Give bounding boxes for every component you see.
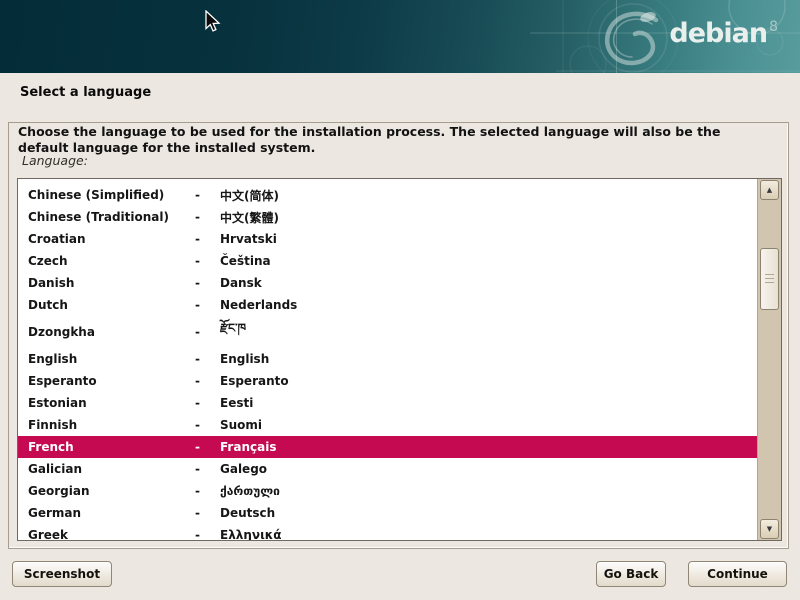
- language-row[interactable]: German-Deutsch: [18, 502, 757, 524]
- language-native-name: Hrvatski: [220, 232, 277, 246]
- screenshot-button[interactable]: Screenshot: [12, 561, 112, 587]
- brand-name: debian: [669, 18, 767, 49]
- language-row[interactable]: Danish-Dansk: [18, 272, 757, 294]
- separator: -: [195, 325, 220, 339]
- language-name: Dzongkha: [28, 325, 195, 339]
- language-name: English: [28, 352, 195, 366]
- language-native-name: 中文(繁體): [220, 209, 279, 226]
- language-native-name: Deutsch: [220, 506, 275, 520]
- go-back-button[interactable]: Go Back: [596, 561, 666, 587]
- language-native-name: རྫོང་ཁ: [220, 315, 246, 349]
- separator: -: [195, 506, 220, 520]
- separator: -: [195, 484, 220, 498]
- language-row[interactable]: Croatian-Hrvatski: [18, 228, 757, 250]
- separator: -: [195, 528, 220, 541]
- separator: -: [195, 232, 220, 246]
- language-name: Georgian: [28, 484, 195, 498]
- language-name: Chinese (Simplified): [28, 188, 195, 202]
- separator: -: [195, 440, 220, 454]
- scroll-up-button[interactable]: ▲: [760, 180, 779, 200]
- separator: -: [195, 298, 220, 312]
- separator: -: [195, 210, 220, 224]
- language-row[interactable]: Greek-Ελληνικά: [18, 524, 757, 541]
- language-name: Greek: [28, 528, 195, 541]
- continue-button[interactable]: Continue: [688, 561, 787, 587]
- language-list: Chinese (Simplified)-中文(简体)Chinese (Trad…: [17, 178, 782, 541]
- language-row[interactable]: Chinese (Traditional)-中文(繁體): [18, 206, 757, 228]
- language-name: French: [28, 440, 195, 454]
- language-native-name: Čeština: [220, 254, 271, 268]
- language-native-name: Suomi: [220, 418, 262, 432]
- separator: -: [195, 276, 220, 290]
- language-row[interactable]: Czech-Čeština: [18, 250, 757, 272]
- language-native-name: Français: [220, 440, 276, 454]
- language-name: Croatian: [28, 232, 195, 246]
- separator: -: [195, 188, 220, 202]
- language-row[interactable]: Chinese (Simplified)-中文(简体): [18, 184, 757, 206]
- separator: -: [195, 418, 220, 432]
- language-native-name: Esperanto: [220, 374, 289, 388]
- language-row[interactable]: Georgian-ქართული: [18, 480, 757, 502]
- installer-screen: debian8 Select a language Choose the lan…: [0, 0, 800, 600]
- language-row[interactable]: Esperanto-Esperanto: [18, 370, 757, 392]
- language-row[interactable]: French-Français: [18, 436, 757, 458]
- vertical-scrollbar[interactable]: ▲ ▼: [757, 179, 781, 540]
- language-row[interactable]: Dutch-Nederlands: [18, 294, 757, 316]
- language-row[interactable]: English-English: [18, 348, 757, 370]
- scrollbar-thumb[interactable]: [760, 248, 779, 310]
- language-name: Chinese (Traditional): [28, 210, 195, 224]
- language-row[interactable]: Estonian-Eesti: [18, 392, 757, 414]
- scrollbar-grip: [765, 274, 774, 283]
- separator: -: [195, 396, 220, 410]
- separator: -: [195, 352, 220, 366]
- separator: -: [195, 374, 220, 388]
- language-name: Estonian: [28, 396, 195, 410]
- language-name: Dutch: [28, 298, 195, 312]
- language-name: Esperanto: [28, 374, 195, 388]
- language-native-name: ქართული: [220, 484, 280, 498]
- language-native-name: Eesti: [220, 396, 253, 410]
- language-name: Finnish: [28, 418, 195, 432]
- language-native-name: 中文(简体): [220, 187, 279, 204]
- scroll-down-button[interactable]: ▼: [760, 519, 779, 539]
- mouse-cursor-icon: [204, 10, 222, 34]
- language-row[interactable]: Dzongkha-རྫོང་ཁ: [18, 316, 757, 348]
- language-name: Galician: [28, 462, 195, 476]
- language-name: Danish: [28, 276, 195, 290]
- language-name: Czech: [28, 254, 195, 268]
- brand-wordmark: debian8: [669, 20, 778, 47]
- separator: -: [195, 254, 220, 268]
- language-row[interactable]: Finnish-Suomi: [18, 414, 757, 436]
- language-list-rows: Chinese (Simplified)-中文(简体)Chinese (Trad…: [18, 184, 781, 541]
- language-native-name: Dansk: [220, 276, 262, 290]
- instruction-text: Choose the language to be used for the i…: [18, 124, 778, 156]
- language-row[interactable]: Galician-Galego: [18, 458, 757, 480]
- header-banner: debian8: [0, 0, 800, 73]
- language-native-name: Nederlands: [220, 298, 297, 312]
- page-title: Select a language: [20, 85, 151, 100]
- language-native-name: English: [220, 352, 269, 366]
- brand-version: 8: [769, 19, 778, 35]
- instruction-line-1: Choose the language to be used for the i…: [18, 124, 778, 140]
- instruction-line-2: default language for the installed syste…: [18, 140, 778, 156]
- language-native-name: Ελληνικά: [220, 528, 282, 541]
- separator: -: [195, 462, 220, 476]
- language-field-label: Language:: [22, 153, 88, 168]
- language-name: German: [28, 506, 195, 520]
- language-native-name: Galego: [220, 462, 267, 476]
